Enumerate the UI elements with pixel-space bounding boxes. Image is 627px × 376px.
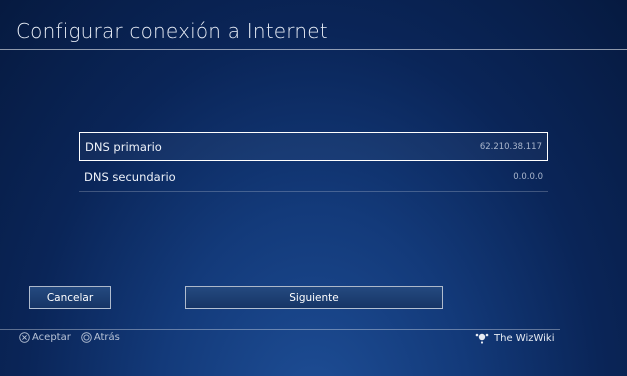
footer-divider — [0, 329, 560, 330]
dns-secondary-label: DNS secundario — [84, 169, 176, 184]
next-button[interactable]: Siguiente — [185, 286, 443, 309]
dns-primary-row[interactable]: DNS primario 62.210.38.117 — [79, 132, 548, 161]
back-label: Atrás — [93, 332, 120, 343]
dns-primary-label: DNS primario — [85, 139, 162, 154]
page-title: Configurar conexión a Internet — [16, 19, 328, 43]
title-divider — [0, 49, 627, 50]
accept-hint: Aceptar — [19, 332, 71, 343]
button-hints: Aceptar Atrás — [19, 332, 120, 343]
dns-secondary-row[interactable]: DNS secundario 0.0.0.0 — [79, 162, 548, 191]
cancel-button[interactable]: Cancelar — [29, 286, 111, 309]
circle-button-icon — [81, 332, 92, 343]
row-divider — [79, 191, 548, 192]
accept-label: Aceptar — [32, 332, 71, 343]
watermark: The WizWiki — [474, 332, 555, 344]
cross-button-icon — [19, 332, 30, 343]
watermark-text: The WizWiki — [494, 332, 555, 344]
dns-primary-value: 62.210.38.117 — [479, 141, 542, 152]
back-hint: Atrás — [81, 332, 120, 343]
wizwiki-logo-icon — [474, 332, 490, 344]
dns-secondary-value: 0.0.0.0 — [513, 171, 543, 182]
